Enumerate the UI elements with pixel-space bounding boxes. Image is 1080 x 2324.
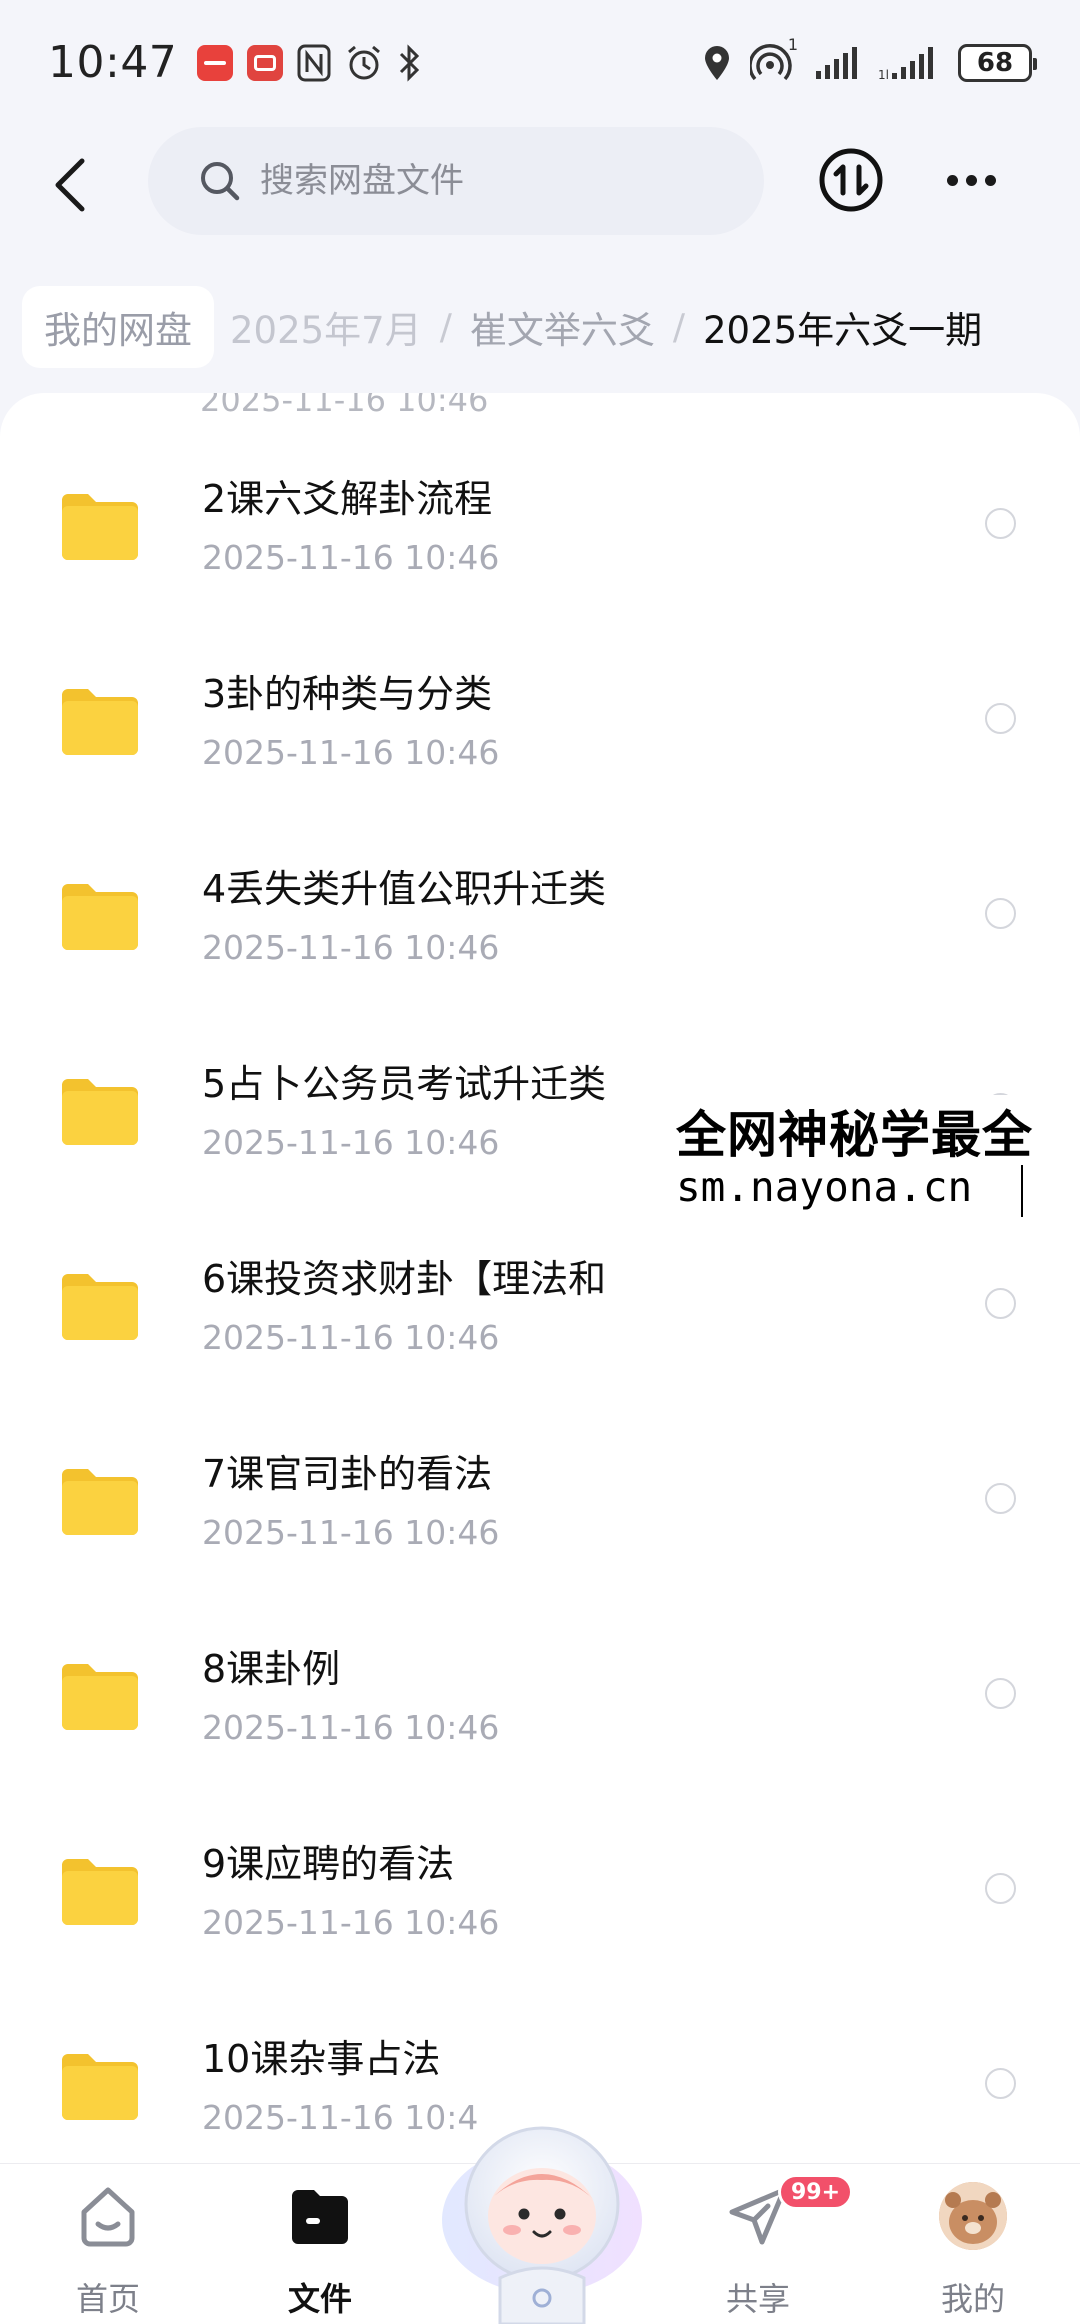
more-icon (946, 174, 958, 186)
folder-icon (62, 1469, 138, 1535)
bluetooth-icon (400, 43, 420, 82)
search-box[interactable] (148, 127, 764, 235)
file-name: 9课应聘的看法 (202, 1842, 455, 1886)
nav-home[interactable]: 首页 (38, 2180, 178, 2320)
file-row[interactable]: 10课杂事占法 2025-11-16 10:4 (0, 1928, 1080, 2137)
file-row[interactable]: 3卦的种类与分类 2025-11-16 10:46 (0, 563, 1080, 772)
text-caret (1021, 1165, 1023, 1217)
svg-text:1l: 1l (878, 68, 889, 81)
file-name: 8课卦例 (202, 1647, 341, 1691)
select-radio[interactable] (985, 703, 1016, 734)
file-name: 5占卜公务员考试升迁类 (202, 1062, 607, 1106)
file-name: 2课六爻解卦流程 (202, 477, 493, 521)
alarm-icon (348, 45, 381, 79)
nav-me[interactable]: 我的 (903, 2180, 1043, 2320)
select-radio[interactable] (985, 1873, 1016, 1904)
select-radio[interactable] (985, 2068, 1016, 2099)
app-icon (247, 44, 284, 81)
hotspot-indicator: 1 (748, 35, 798, 83)
file-name: 7课官司卦的看法 (202, 1452, 493, 1496)
nav-me-label: 我的 (940, 2280, 1005, 2318)
hotspot-icon (748, 43, 792, 80)
file-list: 2025-11-16 10:46 2课六爻解卦流程 2025-11-16 10:4… (0, 393, 1080, 2163)
nav-share-label: 共享 (725, 2280, 790, 2318)
back-button[interactable] (40, 153, 100, 217)
folder-icon (62, 494, 138, 560)
watermark-text: 全网神秘学最全 (676, 1106, 1033, 1164)
battery-level: 68 (976, 47, 1014, 78)
select-radio[interactable] (985, 1678, 1016, 1709)
folder-icon (62, 689, 138, 755)
signal-icon: 1l (878, 46, 933, 81)
status-time: 10:47 (48, 37, 178, 88)
breadcrumb-separator: / (672, 306, 685, 348)
file-name: 6课投资求财卦【理法和 (202, 1257, 607, 1301)
battery-icon: 68 (958, 43, 1037, 82)
nav-files-label: 文件 (287, 2280, 352, 2318)
app-icon (197, 44, 234, 81)
search-input[interactable] (260, 161, 680, 201)
search-icon (201, 162, 240, 201)
folder-icon (62, 2054, 138, 2120)
transfer-button[interactable] (818, 147, 884, 213)
avatar (939, 2182, 1007, 2250)
watermark-url: sm.nayona.cn (676, 1163, 973, 1211)
more-button[interactable] (940, 155, 1002, 205)
status-right: 1 1l 68 (702, 35, 1037, 83)
folder-icon (62, 1274, 138, 1340)
file-name: 10课杂事占法 (202, 2037, 441, 2081)
file-row[interactable]: 4丢失类升值公职升迁类 2025-11-16 10:46 (0, 758, 1080, 967)
mascot-icon (442, 2126, 642, 2324)
assistant-mascot-button[interactable] (432, 2108, 652, 2324)
file-row[interactable]: 8课卦例 2025-11-16 10:46 (0, 1538, 1080, 1747)
file-row[interactable]: 7课官司卦的看法 2025-11-16 10:46 (0, 1343, 1080, 1552)
watermark: 全网神秘学最全 sm.nayona.cn (676, 1095, 1080, 1231)
folder-icon (62, 884, 138, 950)
header (0, 125, 1080, 245)
screen: 10:47 1 1l 68 搜索网盘文件 我的网盘 2025年7月 / 崔文举六… (0, 0, 1080, 2324)
breadcrumb: 我的网盘 2025年7月 / 崔文举六爻 / 2025年六爻一期 (0, 282, 1080, 372)
select-radio[interactable] (985, 1288, 1016, 1319)
breadcrumb-item[interactable]: 崔文举六爻 (470, 300, 655, 354)
file-name: 3卦的种类与分类 (202, 672, 493, 716)
breadcrumb-item-root[interactable]: 我的网盘 (22, 286, 214, 368)
select-radio[interactable] (985, 508, 1016, 539)
file-row[interactable]: 2课六爻解卦流程 2025-11-16 10:46 (0, 393, 1080, 577)
location-icon (705, 45, 729, 80)
nav-home-label: 首页 (75, 2280, 140, 2318)
back-icon (55, 158, 85, 212)
status-bar: 10:47 1 1l 68 (0, 0, 1080, 125)
avatar-image (939, 2182, 1007, 2250)
folder-icon (62, 1859, 138, 1925)
breadcrumb-separator: / (439, 306, 452, 348)
file-name: 4丢失类升值公职升迁类 (202, 867, 607, 911)
nav-share[interactable]: 99+ 共享 (688, 2174, 854, 2320)
nfc-icon (297, 44, 331, 81)
hotspot-count: 1 (787, 34, 798, 54)
status-left: 10:47 (48, 37, 423, 88)
folder-icon (62, 1664, 138, 1730)
home-icon (81, 2187, 135, 2247)
share-badge: 99+ (778, 2174, 854, 2210)
files-icon (292, 2190, 348, 2244)
transfer-icon (819, 148, 883, 212)
breadcrumb-item-current: 2025年六爻一期 (702, 309, 983, 352)
folder-icon (62, 1079, 138, 1145)
breadcrumb-item[interactable]: 2025年7月 (230, 300, 422, 354)
signal-icon (816, 46, 857, 79)
select-radio[interactable] (985, 898, 1016, 929)
nav-files[interactable]: 文件 (250, 2180, 390, 2320)
file-row[interactable]: 9课应聘的看法 2025-11-16 10:46 (0, 1733, 1080, 1942)
select-radio[interactable] (985, 1483, 1016, 1514)
